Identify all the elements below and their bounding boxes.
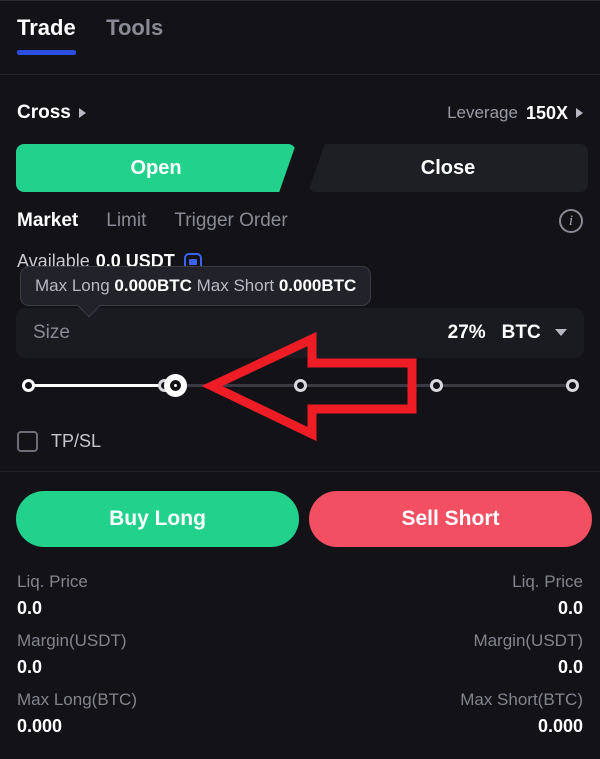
stat-row: Liq. Price 0.0 Liq. Price 0.0 [17,569,583,628]
tpsl-checkbox[interactable] [17,431,38,452]
tooltip-max-short-value: 0.000BTC [278,276,357,295]
tab-bar: Trade Tools [0,15,600,75]
section-divider [0,471,600,472]
stat-col-left: Liq. Price 0.0 [17,569,289,628]
leverage-selector[interactable]: Leverage 150X [447,103,583,124]
stat-col-left: Margin(USDT) 0.0 [17,628,289,687]
stat-value: 0.0 [557,657,583,677]
tooltip-max-long-value: 0.000BTC [114,276,192,295]
stat-key: Max Long(BTC) [17,690,137,709]
stat-col-right: Liq. Price 0.0 [311,569,583,628]
stat-key: Liq. Price [17,572,88,591]
slider-tick-50[interactable] [294,379,307,392]
stat-key: Margin(USDT) [473,631,583,650]
margin-mode-label: Cross [17,102,71,123]
stat-key: Liq. Price [512,572,583,591]
trade-action-row: Buy Long Sell Short [0,491,600,547]
stat-col-right: Margin(USDT) 0.0 [311,628,583,687]
stat-col-right: Max Short(BTC) 0.000 [311,687,583,746]
position-action-row: Open Close [0,144,600,192]
stat-row: Margin(USDT) 0.0 Margin(USDT) 0.0 [17,628,583,687]
tab-tools[interactable]: Tools [106,15,163,55]
max-size-tooltip: Max Long 0.000BTC Max Short 0.000BTC [20,266,372,318]
margin-leverage-row: Cross Leverage 150X [0,93,600,133]
order-type-trigger[interactable]: Trigger Order [174,210,287,232]
stat-col-left: Max Long(BTC) 0.000 [17,687,289,746]
trade-panel: Trade Tools Cross Leverage 150X Open Clo… [0,0,600,759]
chevron-down-icon [555,329,567,337]
order-type-row: Market Limit Trigger Order i [0,205,600,237]
tab-trade[interactable]: Trade [17,15,76,55]
tpsl-toggle[interactable]: TP/SL [17,431,101,452]
slider-thumb[interactable] [163,374,187,397]
stat-value: 0.000 [537,716,583,736]
position-stats: Liq. Price 0.0 Liq. Price 0.0 Margin(USD… [0,569,600,746]
stat-key: Max Short(BTC) [460,690,583,709]
stat-value: 0.0 [557,598,583,618]
size-input[interactable]: Size [33,322,448,344]
order-type-market[interactable]: Market [17,210,78,232]
stat-value: 0.0 [17,598,43,618]
stat-value: 0.0 [17,657,43,677]
chevron-right-icon [78,108,86,118]
chevron-right-icon [576,108,583,118]
stat-key: Margin(USDT) [17,631,127,650]
buy-long-button[interactable]: Buy Long [16,491,299,547]
slider-tick-100[interactable] [566,379,579,392]
tooltip-max-short-label: Max Short [196,276,275,295]
order-type-limit[interactable]: Limit [106,210,146,232]
size-input-row[interactable]: Size 27% BTC [16,308,584,358]
stat-value: 0.000 [17,716,63,736]
stat-row: Max Long(BTC) 0.000 Max Short(BTC) 0.000 [17,687,583,746]
tpsl-label: TP/SL [51,431,102,451]
size-percent-slider[interactable] [16,373,584,399]
slider-track-fill [28,384,175,387]
size-unit-label: BTC [501,322,541,343]
open-button[interactable]: Open [16,144,296,192]
leverage-value: 150X [525,102,568,123]
tooltip-max-long-label: Max Long [35,276,110,295]
size-unit-selector[interactable]: BTC [502,322,567,344]
info-icon[interactable]: i [559,209,583,233]
margin-mode-selector[interactable]: Cross [17,102,86,124]
close-button[interactable]: Close [308,144,588,192]
size-percent-value: 27% [447,322,486,343]
slider-tick-75[interactable] [430,379,443,392]
sell-short-button[interactable]: Sell Short [309,491,592,547]
leverage-label: Leverage [447,103,518,122]
slider-tick-0[interactable] [22,379,35,392]
